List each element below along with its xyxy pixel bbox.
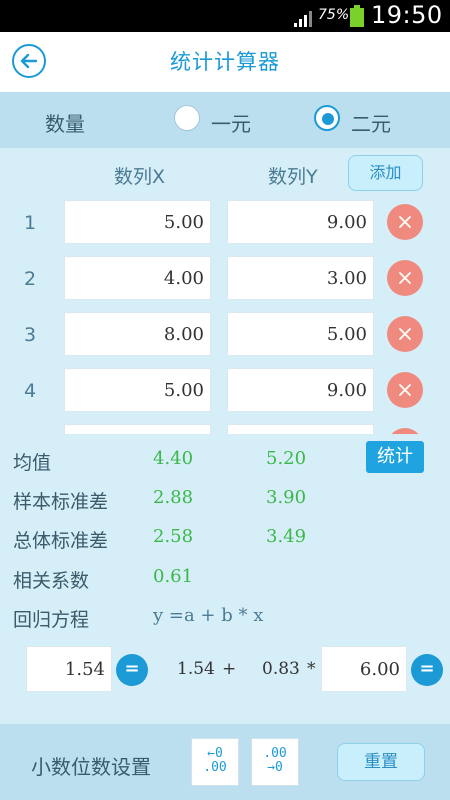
delete-row-button[interactable] [387, 204, 423, 240]
population-sd-label: 总体标准差 [13, 530, 109, 552]
close-icon [399, 216, 411, 228]
correlation-value: 0.61 [153, 566, 194, 587]
multiply-sign: * [307, 659, 316, 679]
sample-sd-label: 样本标准差 [13, 491, 109, 513]
table-row: 1 5.00 9.00 [0, 196, 450, 252]
decimal-places-label: 小数位数设置 [31, 755, 151, 779]
sample-sd-y-value: 3.90 [266, 487, 307, 508]
battery-percent: 75% [318, 7, 350, 23]
increase-decimals-line1: .00 [263, 746, 287, 761]
table-header: 数列X 数列Y 添加 [0, 148, 450, 196]
decimal-settings-bar: 小数位数设置 ←0 .00 .00 →0 重置 [0, 724, 450, 800]
a-coefficient: 1.54 [177, 659, 215, 679]
delete-row-button[interactable] [387, 260, 423, 296]
close-icon [399, 328, 411, 340]
b-coefficient: 0.83 [262, 659, 300, 679]
decrease-decimals-line1: ←0 [207, 746, 223, 761]
reset-button[interactable]: 重置 [337, 743, 425, 781]
y-value-input[interactable]: 3.00 [227, 256, 374, 300]
page-title: 统计计算器 [170, 50, 280, 74]
y-value-input[interactable] [227, 424, 374, 434]
equals-button-right[interactable]: = [411, 654, 443, 686]
delete-row-button[interactable] [387, 372, 423, 408]
row-index: 2 [24, 268, 37, 290]
decrease-decimals-line2: .00 [203, 760, 227, 775]
regression-label: 回归方程 [13, 609, 90, 631]
table-row-partial [0, 420, 450, 434]
radio-bivariate-label[interactable]: 二元 [351, 108, 391, 137]
row-index: 1 [24, 212, 37, 234]
column-y-header: 数列Y [268, 166, 318, 188]
mean-x-value: 4.40 [153, 448, 194, 469]
increase-decimals-line2: →0 [267, 760, 283, 775]
battery-icon [350, 5, 364, 27]
equals-button-left[interactable]: = [116, 654, 148, 686]
table-row: 4 5.00 9.00 [0, 364, 450, 420]
clock: 19:50 [371, 1, 443, 29]
close-icon [399, 272, 411, 284]
x-value-input[interactable]: 6.00 [321, 646, 407, 692]
plus-sign: + [222, 659, 237, 679]
y-value-input[interactable]: 5.00 [227, 312, 374, 356]
sample-sd-x-value: 2.88 [153, 487, 194, 508]
delete-row-button[interactable] [387, 316, 423, 352]
row-index: 3 [24, 324, 37, 346]
table-row: 2 4.00 3.00 [0, 252, 450, 308]
compute-stats-button[interactable]: 统计 [366, 441, 424, 473]
close-icon [399, 384, 411, 396]
y-value-input[interactable]: 9.00 [227, 200, 374, 244]
mean-label: 均值 [13, 452, 52, 474]
back-button[interactable] [12, 44, 46, 78]
mode-label: 数量 [45, 112, 85, 136]
radio-univariate-label[interactable]: 一元 [211, 108, 251, 137]
increase-decimals-button[interactable]: .00 →0 [251, 738, 299, 786]
x-value-input[interactable]: 5.00 [64, 368, 211, 412]
x-value-input[interactable] [64, 424, 211, 434]
regression-calculator: 1.54 = 1.54 + 0.83 * 6.00 = [0, 646, 450, 696]
correlation-label: 相关系数 [13, 570, 90, 592]
back-arrow-icon [20, 53, 38, 69]
row-index: 4 [24, 380, 37, 402]
x-value-input[interactable]: 8.00 [64, 312, 211, 356]
signal-icon [294, 11, 312, 27]
decrease-decimals-button[interactable]: ←0 .00 [191, 738, 239, 786]
x-value-input[interactable]: 5.00 [64, 200, 211, 244]
mean-y-value: 5.20 [266, 448, 307, 469]
table-row: 3 8.00 5.00 [0, 308, 450, 364]
regression-formula: y =a + b * x [153, 605, 264, 626]
population-sd-y-value: 3.49 [266, 526, 307, 547]
population-sd-x-value: 2.58 [153, 526, 194, 547]
a-value-input[interactable]: 1.54 [26, 646, 112, 692]
statistics-panel: 均值 4.40 5.20 统计 样本标准差 2.88 3.90 总体标准差 2.… [0, 434, 450, 724]
column-x-header: 数列X [114, 166, 166, 188]
radio-bivariate[interactable] [314, 105, 340, 131]
y-value-input[interactable]: 9.00 [227, 368, 374, 412]
mode-selector: 数量 一元 二元 [0, 92, 450, 148]
data-rows: 1 5.00 9.00 2 4.00 3.00 3 8.00 5.00 4 5.… [0, 196, 450, 434]
add-row-button[interactable]: 添加 [348, 155, 423, 191]
app-bar: 统计计算器 [0, 32, 450, 93]
x-value-input[interactable]: 4.00 [64, 256, 211, 300]
radio-univariate[interactable] [174, 105, 200, 131]
status-bar: 75% 19:50 [0, 0, 450, 32]
